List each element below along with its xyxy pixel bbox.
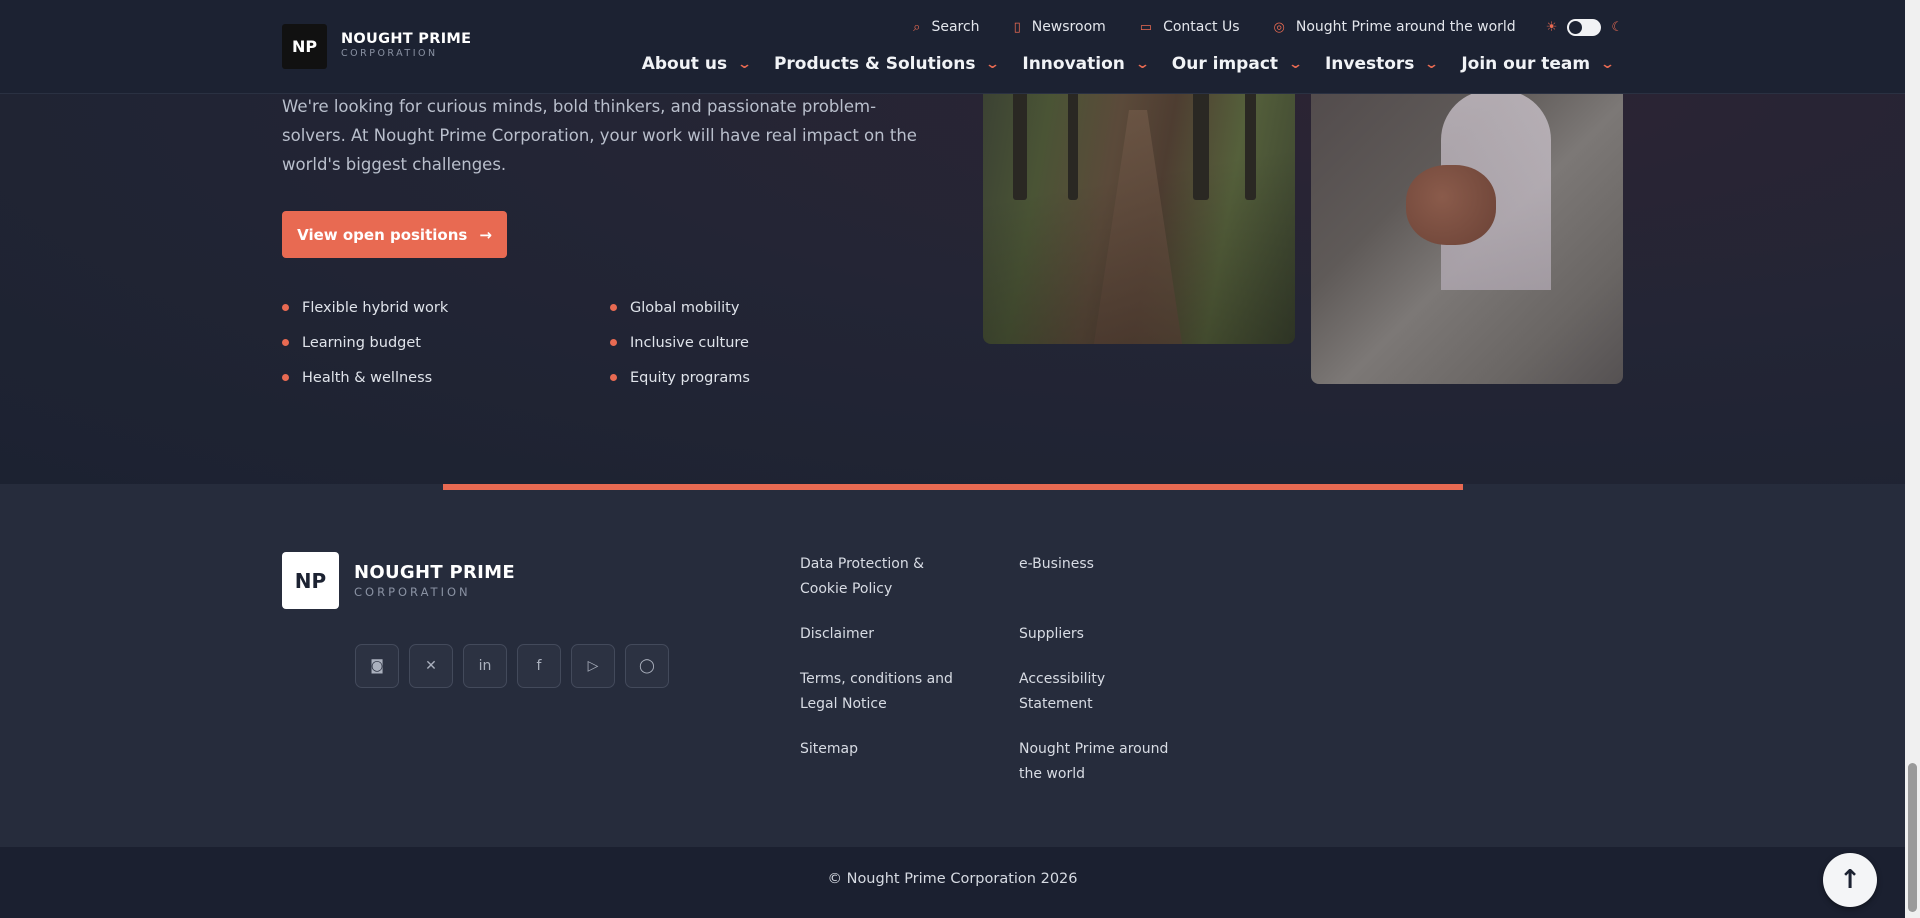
x-icon[interactable]: ✕: [409, 644, 453, 688]
sun-icon: ☀: [1545, 19, 1558, 35]
bullet-icon: [282, 339, 289, 346]
bullet-icon: [282, 374, 289, 381]
search-icon: ⌕: [913, 19, 921, 35]
bullet-icon: [610, 339, 617, 346]
bullet-icon: [610, 304, 617, 311]
copyright-text: © Nought Prime Corporation 2026: [827, 871, 1078, 887]
footer-logo-mark[interactable]: NP: [282, 552, 339, 609]
footer-accent-divider: [443, 484, 1463, 490]
newsroom-label: Newsroom: [1031, 19, 1106, 35]
nav-label: Products & Solutions: [773, 54, 976, 74]
footer-link-suppliers[interactable]: Suppliers: [1019, 622, 1179, 647]
theme-switcher: ☀ ☾: [1545, 18, 1623, 36]
page-scrollbar[interactable]: [1905, 0, 1920, 918]
arrow-up-icon: ↑: [1839, 865, 1861, 895]
nav-label: Investors: [1324, 54, 1415, 74]
footer-link-accessibility[interactable]: Accessibility Statement: [1019, 667, 1179, 717]
nav-about-us[interactable]: About us ⌄: [641, 54, 753, 74]
logo-subtitle: CORPORATION: [341, 48, 438, 59]
benefit-item: Global mobility: [610, 290, 802, 325]
chevron-down-icon: ⌄: [1599, 56, 1616, 72]
nav-join-our-team[interactable]: Join our team ⌄: [1461, 54, 1616, 74]
chevron-down-icon: ⌄: [736, 56, 753, 72]
contact-link[interactable]: ▭ Contact Us: [1140, 19, 1240, 35]
nav-label: Our impact: [1171, 54, 1279, 74]
benefit-label: Inclusive culture: [630, 334, 749, 351]
nav-label: About us: [641, 54, 728, 74]
social-links: ◙ ✕ in f ▷ ◯: [355, 644, 669, 688]
footer-link-around-the-world[interactable]: Nought Prime around the world: [1019, 737, 1179, 787]
chevron-down-icon: ⌄: [1287, 56, 1304, 72]
chevron-down-icon: ⌄: [1424, 56, 1440, 72]
global-label: Nought Prime around the world: [1295, 19, 1516, 35]
nav-our-impact[interactable]: Our impact ⌄: [1171, 54, 1304, 74]
cta-label: View open positions: [297, 225, 468, 244]
benefit-label: Equity programs: [630, 369, 750, 386]
site-header: NP NOUGHT PRIME CORPORATION ⌕ Search ▯ N…: [0, 0, 1905, 94]
back-to-top-button[interactable]: ↑: [1823, 853, 1877, 907]
benefits-list: Flexible hybrid work Global mobility Lea…: [282, 290, 802, 395]
moon-icon: ☾: [1611, 19, 1623, 35]
facebook-icon[interactable]: f: [517, 644, 561, 688]
linkedin-icon[interactable]: in: [463, 644, 507, 688]
footer-link-disclaimer[interactable]: Disclaimer: [800, 622, 960, 647]
benefit-label: Learning budget: [302, 334, 421, 351]
footer-logo-subtitle: CORPORATION: [354, 585, 471, 599]
benefit-item: Equity programs: [610, 360, 802, 395]
benefit-label: Flexible hybrid work: [302, 299, 449, 316]
nav-products-solutions[interactable]: Products & Solutions ⌄: [773, 54, 1001, 74]
globe-icon: ◎: [1273, 19, 1285, 35]
footer-link-terms[interactable]: Terms, conditions and Legal Notice: [800, 667, 960, 717]
utility-nav: ⌕ Search ▯ Newsroom ▭ Contact Us ◎ Nough…: [913, 17, 1623, 37]
chat-icon[interactable]: ◯: [625, 644, 669, 688]
newsroom-link[interactable]: ▯ Newsroom: [1014, 19, 1106, 35]
careers-intro-text: We're looking for curious minds, bold th…: [282, 97, 917, 174]
arrow-right-icon: →: [479, 225, 492, 244]
benefit-label: Global mobility: [630, 299, 740, 316]
nav-label: Join our team: [1461, 54, 1591, 74]
youtube-icon[interactable]: ▷: [571, 644, 615, 688]
benefit-item: Flexible hybrid work: [282, 290, 610, 325]
main-nav: About us ⌄ Products & Solutions ⌄ Innovati…: [641, 54, 1616, 74]
bullet-icon: [282, 304, 289, 311]
view-open-positions-button[interactable]: View open positions →: [282, 211, 507, 258]
nav-label: Innovation: [1022, 54, 1125, 74]
footer-link-e-business[interactable]: e-Business: [1019, 552, 1179, 602]
footer-bottom-bar: © Nought Prime Corporation 2026: [0, 847, 1905, 918]
logo-mark[interactable]: NP: [282, 24, 327, 69]
benefit-item: Learning budget: [282, 325, 610, 360]
instagram-icon[interactable]: ◙: [355, 644, 399, 688]
nav-innovation[interactable]: Innovation ⌄: [1022, 54, 1150, 74]
hands-photo: [1311, 70, 1623, 384]
theme-toggle[interactable]: [1567, 18, 1602, 36]
chevron-down-icon: ⌄: [1134, 56, 1150, 72]
scrollbar-thumb[interactable]: [1908, 763, 1917, 912]
footer-link-data-protection[interactable]: Data Protection & Cookie Policy: [800, 552, 960, 602]
document-icon: ▯: [1013, 19, 1021, 35]
bullet-icon: [610, 374, 617, 381]
benefit-item: Inclusive culture: [610, 325, 802, 360]
chevron-down-icon: ⌄: [985, 56, 1001, 72]
logo-name[interactable]: NOUGHT PRIME: [341, 31, 471, 47]
footer-link-sitemap[interactable]: Sitemap: [800, 737, 960, 787]
footer-links: Data Protection & Cookie Policy e-Busine…: [800, 552, 1189, 807]
search-link[interactable]: ⌕ Search: [913, 19, 979, 35]
site-footer: NP NOUGHT PRIME CORPORATION ◙ ✕ in f ▷ ◯…: [0, 484, 1905, 847]
forest-path-photo: [983, 70, 1295, 344]
chat-bubble-icon: ▭: [1139, 19, 1153, 35]
benefit-item: Health & wellness: [282, 360, 610, 395]
search-label: Search: [931, 19, 980, 35]
nav-investors[interactable]: Investors ⌄: [1324, 54, 1440, 74]
contact-label: Contact Us: [1163, 19, 1240, 35]
benefit-label: Health & wellness: [302, 369, 433, 386]
footer-logo-name[interactable]: NOUGHT PRIME: [354, 562, 515, 583]
global-link[interactable]: ◎ Nought Prime around the world: [1274, 19, 1516, 35]
